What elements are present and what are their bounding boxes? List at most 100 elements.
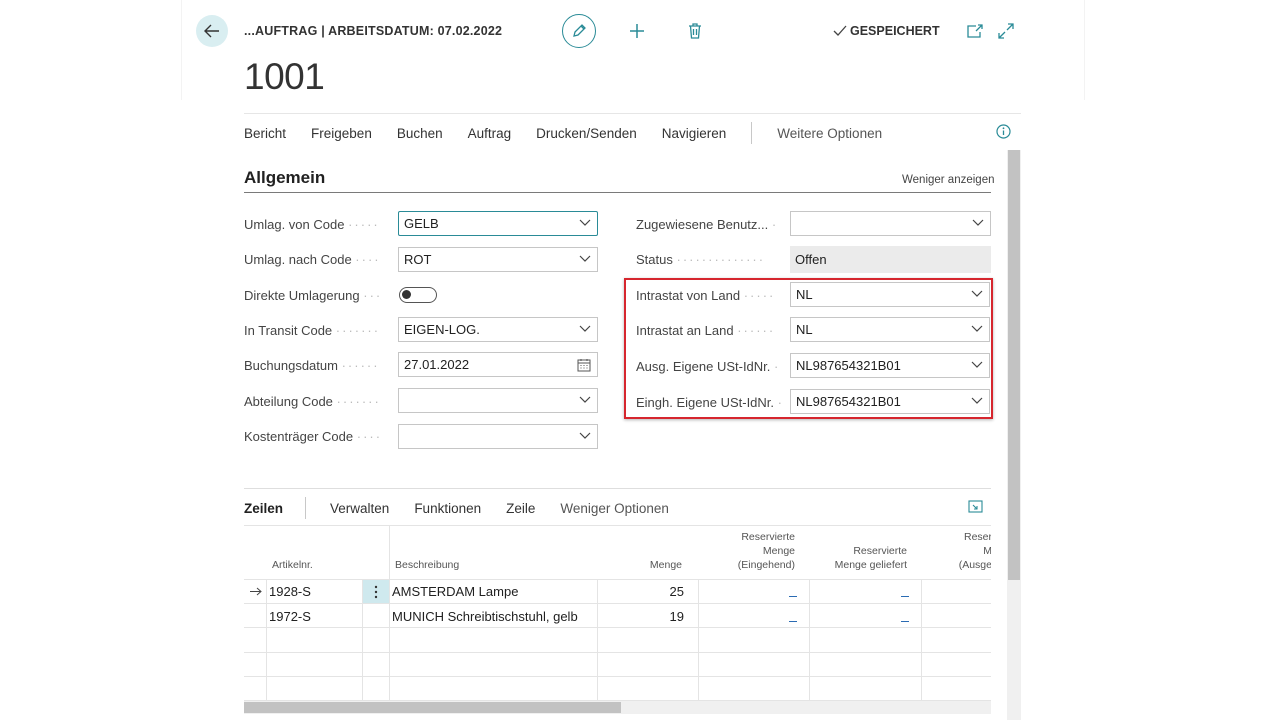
grid-vline bbox=[266, 579, 267, 702]
column-header-menge[interactable]: Menge bbox=[624, 558, 682, 572]
saved-label: GESPEICHERT bbox=[850, 24, 940, 38]
field-label-abteilung-code: Abteilung Code ······· bbox=[244, 394, 381, 409]
checkmark-icon bbox=[833, 25, 847, 36]
field-label-kostentraeger-code: Kostenträger Code ···· bbox=[244, 429, 383, 444]
action-menu: Bericht Freigeben Buchen Auftrag Drucken… bbox=[244, 122, 907, 144]
umlag-von-code-input[interactable]: GELB bbox=[398, 211, 598, 236]
row-item-no[interactable]: 1972-S bbox=[269, 609, 311, 624]
menu-item-bericht[interactable]: Bericht bbox=[244, 126, 286, 141]
field-label-zugewiesene-benutzer: Zugewiesene Benutz... · bbox=[636, 217, 779, 232]
menu-item-freigeben[interactable]: Freigeben bbox=[311, 126, 372, 141]
chevron-down-icon bbox=[579, 255, 591, 262]
lines-action-fewer-options[interactable]: Weniger Optionen bbox=[560, 501, 669, 516]
menu-item-drucken-senden[interactable]: Drucken/Senden bbox=[536, 126, 637, 141]
grid-vline bbox=[809, 579, 810, 702]
buchungsdatum-input[interactable]: 27.01.2022 bbox=[398, 352, 598, 377]
expand-icon bbox=[968, 500, 983, 513]
intrastat-highlight-box bbox=[624, 278, 993, 419]
toggle-knob bbox=[402, 290, 411, 299]
lines-divider bbox=[244, 488, 991, 489]
new-button[interactable] bbox=[625, 19, 649, 43]
lines-grid: Artikelnr. Beschreibung Menge Reserviert… bbox=[244, 525, 991, 702]
grid-hline bbox=[244, 603, 991, 604]
row-description[interactable]: MUNICH Schreibtischstuhl, gelb bbox=[392, 609, 578, 624]
plus-icon bbox=[630, 24, 644, 38]
field-label-umlag-nach-code: Umlag. nach Code ···· bbox=[244, 252, 381, 267]
chevron-down-icon bbox=[579, 432, 591, 439]
chevron-down-icon bbox=[579, 396, 591, 403]
calendar-icon[interactable] bbox=[577, 358, 591, 372]
grid-vline bbox=[597, 579, 598, 702]
trash-icon bbox=[689, 23, 701, 39]
lines-title: Zeilen bbox=[244, 500, 284, 516]
grid-hline bbox=[244, 627, 991, 628]
field-label-status: Status ·············· bbox=[636, 252, 766, 267]
column-header-beschreibung[interactable]: Beschreibung bbox=[395, 558, 459, 572]
reserved-delivered-link[interactable] bbox=[901, 621, 909, 622]
field-label-umlag-von-code: Umlag. von Code ····· bbox=[244, 217, 380, 232]
umlag-nach-code-input[interactable]: ROT bbox=[398, 247, 598, 272]
vertical-scrollbar-thumb[interactable] bbox=[1008, 150, 1020, 580]
direkte-umlagerung-toggle[interactable] bbox=[399, 287, 437, 303]
row-quantity[interactable]: 19 bbox=[634, 609, 684, 624]
column-header-reservierte-menge-ausgehend[interactable]: Reser M (Ausge bbox=[944, 530, 991, 572]
menu-item-more-options[interactable]: Weitere Optionen bbox=[777, 126, 882, 141]
back-arrow-icon bbox=[204, 24, 219, 38]
reserved-in-link[interactable] bbox=[789, 621, 797, 622]
status-field: Offen bbox=[790, 246, 991, 273]
row-quantity[interactable]: 25 bbox=[634, 584, 684, 599]
reserved-delivered-link[interactable] bbox=[901, 596, 909, 597]
row-actions-button[interactable] bbox=[363, 580, 389, 603]
lines-action-funktionen[interactable]: Funktionen bbox=[414, 501, 481, 516]
grid-vline bbox=[921, 579, 922, 702]
chevron-down-icon bbox=[972, 219, 984, 226]
grid-hline bbox=[244, 579, 991, 580]
lines-action-zeile[interactable]: Zeile bbox=[506, 501, 535, 516]
in-transit-code-input[interactable]: EIGEN-LOG. bbox=[398, 317, 598, 342]
menu-item-navigieren[interactable]: Navigieren bbox=[662, 126, 727, 141]
column-header-reservierte-menge-eingehend[interactable]: Reservierte Menge (Eingehend) bbox=[704, 530, 795, 572]
arrow-right-icon bbox=[250, 587, 262, 596]
info-icon bbox=[996, 124, 1011, 139]
chevron-down-icon bbox=[579, 219, 591, 226]
menu-item-auftrag[interactable]: Auftrag bbox=[468, 126, 512, 141]
grid-vline bbox=[698, 579, 699, 702]
pencil-icon bbox=[573, 24, 586, 37]
column-header-reservierte-menge-geliefert[interactable]: Reservierte Menge geliefert bbox=[816, 544, 907, 572]
lines-action-bar: Zeilen Verwalten Funktionen Zeile Wenige… bbox=[244, 497, 694, 519]
breadcrumb: ...AUFTRAG | ARBEITSDATUM: 07.02.2022 bbox=[244, 24, 503, 38]
factbox-info-button[interactable] bbox=[996, 124, 1011, 144]
menu-separator bbox=[751, 122, 753, 144]
section-rule bbox=[244, 192, 991, 193]
show-less-link[interactable]: Weniger anzeigen bbox=[902, 174, 995, 186]
expand-page-button[interactable] bbox=[994, 19, 1018, 43]
menu-item-buchen[interactable]: Buchen bbox=[397, 126, 443, 141]
open-new-window-icon bbox=[967, 24, 983, 38]
grid-hline bbox=[244, 652, 991, 653]
lines-action-verwalten[interactable]: Verwalten bbox=[330, 501, 389, 516]
section-title: Allgemein bbox=[244, 168, 326, 187]
reserved-in-link[interactable] bbox=[789, 596, 797, 597]
page-title: 1001 bbox=[244, 56, 325, 97]
kebab-menu-icon bbox=[374, 585, 378, 599]
field-label-direkte-umlagerung: Direkte Umlagerung ··· bbox=[244, 288, 383, 303]
row-item-no[interactable]: 1928-S bbox=[269, 584, 311, 599]
open-new-window-button[interactable] bbox=[963, 19, 987, 43]
chevron-down-icon bbox=[579, 325, 591, 332]
lines-expand-button[interactable] bbox=[968, 500, 983, 518]
kostentraeger-code-input[interactable] bbox=[398, 424, 598, 449]
column-header-artikelnr[interactable]: Artikelnr. bbox=[272, 558, 313, 572]
horizontal-scrollbar-thumb[interactable] bbox=[244, 702, 621, 713]
grid-hline bbox=[244, 676, 991, 677]
abteilung-code-input[interactable] bbox=[398, 388, 598, 413]
expand-icon bbox=[998, 23, 1014, 39]
divider bbox=[244, 113, 1021, 114]
row-description[interactable]: AMSTERDAM Lampe bbox=[392, 584, 518, 599]
zugewiesene-benutzer-input[interactable] bbox=[790, 211, 991, 236]
delete-button[interactable] bbox=[683, 19, 707, 43]
back-button[interactable] bbox=[196, 15, 228, 47]
lines-separator bbox=[305, 497, 307, 519]
saved-status: GESPEICHERT bbox=[833, 24, 940, 38]
edit-button[interactable] bbox=[562, 14, 596, 48]
field-label-buchungsdatum: Buchungsdatum ······ bbox=[244, 358, 380, 373]
